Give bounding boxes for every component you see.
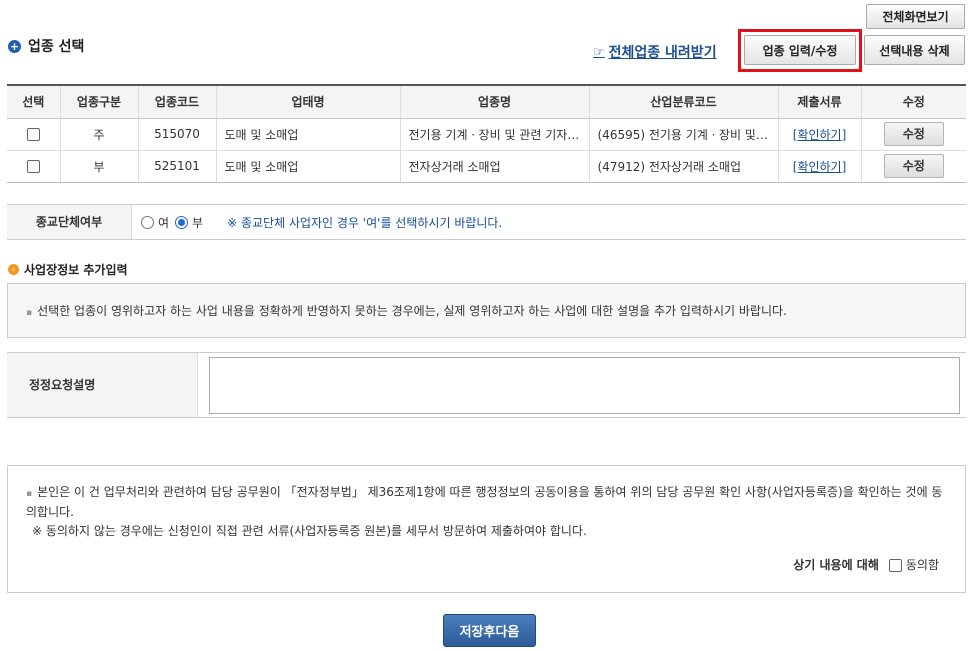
header-docs: 제출서류 xyxy=(778,84,862,119)
header-code: 업종코드 xyxy=(138,84,217,119)
religion-yes-option[interactable]: 여 부 xyxy=(141,214,209,231)
agree-row: 상기 내용에 대해 동의함 xyxy=(793,556,939,574)
row-business: 도매 및 소매업 xyxy=(216,150,401,183)
plus-circle-icon: + xyxy=(8,39,21,53)
highlight-box xyxy=(738,29,862,72)
section-title: 업종 선택 xyxy=(28,39,85,55)
row-class-code: (46595) 전기용 기계ㆍ장비 및 관련 기자재 도매업 xyxy=(589,118,779,151)
row-code: 515070 xyxy=(138,118,217,151)
table-row: 주 515070 도매 및 소매업 전기용 기계ㆍ장비 및 관련 기자재 도매업… xyxy=(7,118,966,151)
religion-yes-radio[interactable] xyxy=(141,215,154,229)
row-edit-cell: 수정 xyxy=(861,150,966,183)
table-row: 부 525101 도매 및 소매업 전자상거래 소매업 (47912) 전자상거… xyxy=(7,150,966,183)
fullscreen-button[interactable]: 전체화면보기 xyxy=(866,4,965,29)
agree-label: 동의함 xyxy=(905,558,939,572)
download-all-industries-link[interactable]: ☞ 전체업종 내려받기 xyxy=(593,42,738,62)
religion-yes-label: 여 xyxy=(158,215,170,230)
industry-table: 선택 업종구분 업종코드 업태명 업종명 산업분류코드 제출서류 수정 주 51… xyxy=(7,84,966,183)
header-business: 업태명 xyxy=(216,84,401,119)
delete-selected-button[interactable]: 선택내용 삭제 xyxy=(864,35,965,65)
row-edit-cell: 수정 xyxy=(861,118,966,151)
request-row: 정정요청설명 xyxy=(7,352,966,418)
religion-no-radio[interactable] xyxy=(175,215,189,229)
arrow-circle-icon: › xyxy=(8,264,19,275)
consent-box: 본인은 이 건 업무처리와 관련하여 담당 공무원이 「전자정부법」 제36조제… xyxy=(7,465,966,593)
row-type: 부 xyxy=(60,150,139,183)
religion-row: 종교단체여부 여 부 ※ 종교단체 사업자인 경우 '여'를 선택하시기 바랍니… xyxy=(7,204,966,240)
download-all-industries-label: 전체업종 내려받기 xyxy=(608,45,717,61)
request-textarea[interactable] xyxy=(209,357,960,414)
religion-note: ※ 종교단체 사업자인 경우 '여'를 선택하시기 바랍니다. xyxy=(227,215,503,230)
row-select-cell xyxy=(7,150,61,183)
row-docs-link[interactable]: [확인하기] xyxy=(793,160,847,174)
row-edit-button[interactable]: 수정 xyxy=(883,154,944,178)
row-docs-cell: [확인하기] xyxy=(778,118,862,151)
additional-info-header: › 사업장정보 추가입력 xyxy=(8,261,128,278)
save-next-button[interactable]: 저장후다음 xyxy=(443,614,536,647)
agree-checkbox[interactable] xyxy=(888,558,902,572)
header-type: 업종구분 xyxy=(60,84,139,119)
header-industry: 업종명 xyxy=(400,84,590,119)
row-industry: 전기용 기계ㆍ장비 및 관련 기자재 도매업 xyxy=(400,118,590,151)
religion-label: 종교단체여부 xyxy=(7,205,132,239)
agree-prompt: 상기 내용에 대해 xyxy=(793,558,879,572)
row-checkbox[interactable] xyxy=(26,128,40,141)
consent-note: ※ 동의하지 않는 경우에는 신청인이 직접 관련 서류(사업자등록증 원본)를… xyxy=(32,524,587,538)
request-label: 정정요청설명 xyxy=(7,353,198,417)
row-class-code: (47912) 전자상거래 소매업 xyxy=(589,150,779,183)
table-header-row: 선택 업종구분 업종코드 업태명 업종명 산업분류코드 제출서류 수정 xyxy=(7,84,966,119)
row-code: 525101 xyxy=(138,150,217,183)
row-edit-button[interactable]: 수정 xyxy=(883,122,944,146)
row-industry: 전자상거래 소매업 xyxy=(400,150,590,183)
additional-info-title: 사업장정보 추가입력 xyxy=(24,263,128,277)
pointing-hand-icon: ☞ xyxy=(593,44,605,60)
row-checkbox[interactable] xyxy=(26,160,40,173)
section-header: + 업종 선택 xyxy=(8,36,84,56)
consent-text: 본인은 이 건 업무처리와 관련하여 담당 공무원이 「전자정부법」 제36조제… xyxy=(26,483,947,521)
row-docs-link[interactable]: [확인하기] xyxy=(793,128,847,142)
info-text: 선택한 업종이 영위하고자 하는 사업 내용을 정확하게 반영하지 못하는 경우… xyxy=(26,304,787,318)
info-box: 선택한 업종이 영위하고자 하는 사업 내용을 정확하게 반영하지 못하는 경우… xyxy=(7,283,966,338)
row-business: 도매 및 소매업 xyxy=(216,118,401,151)
religion-no-label: 부 xyxy=(192,215,204,230)
row-select-cell xyxy=(7,118,61,151)
header-edit: 수정 xyxy=(861,84,966,119)
row-type: 주 xyxy=(60,118,139,151)
header-select: 선택 xyxy=(7,84,61,119)
header-class-code: 산업분류코드 xyxy=(589,84,779,119)
row-docs-cell: [확인하기] xyxy=(778,150,862,183)
